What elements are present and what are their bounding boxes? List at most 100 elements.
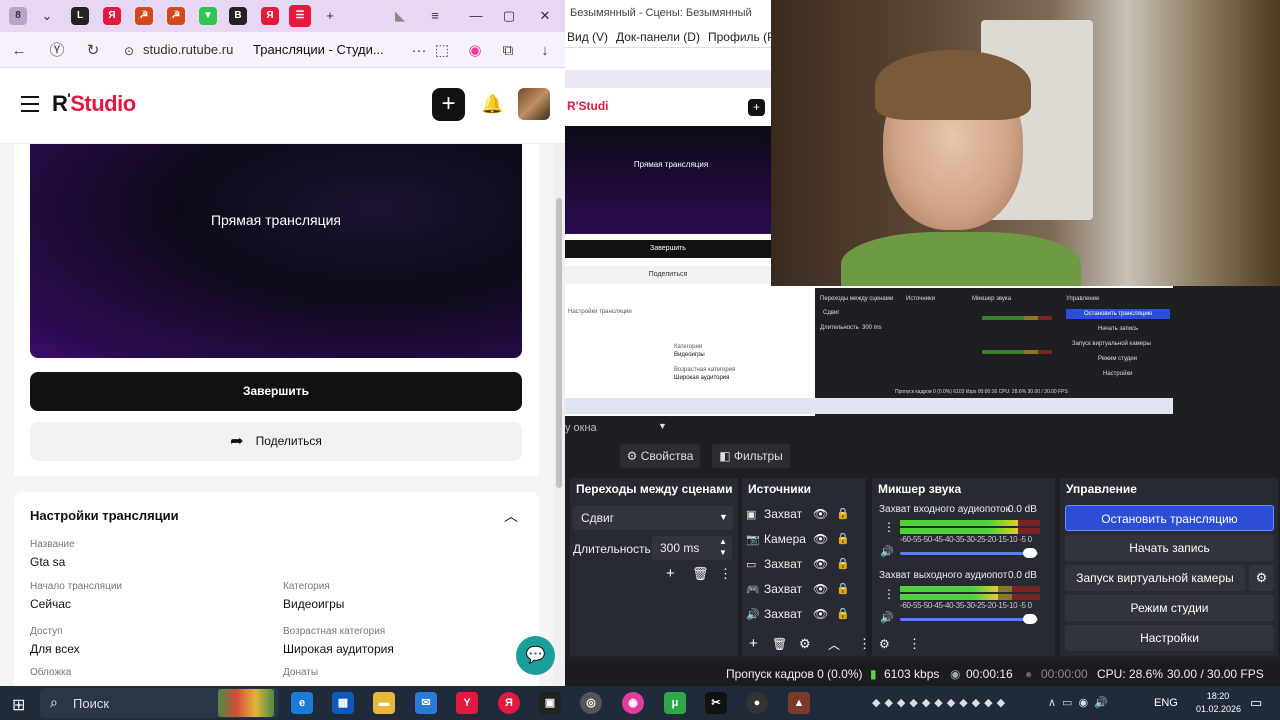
eye-icon[interactable]: 👁 [813, 503, 828, 525]
volume-slider-knob[interactable] [1023, 548, 1037, 558]
trash-icon[interactable]: 🗑 [692, 566, 709, 582]
capcut-icon[interactable]: ✂ [705, 692, 727, 714]
notifications-icon[interactable]: ▭ [1250, 695, 1262, 711]
bookmark-icon[interactable]: ⬚ [431, 40, 453, 62]
speaker-icon[interactable]: 🔊 [880, 545, 894, 558]
lock-icon[interactable]: 🔒 [836, 553, 850, 575]
settings-button[interactable]: Настройки [1065, 625, 1274, 651]
epic-games-icon[interactable]: ▣ [539, 692, 561, 714]
tab-favicon-2[interactable]: Я [103, 7, 121, 25]
eye-icon[interactable]: 👁 [813, 553, 828, 575]
alice-icon[interactable]: ◉ [464, 40, 486, 62]
avatar[interactable] [518, 88, 550, 120]
hamburger-menu-icon[interactable] [21, 96, 39, 112]
duration-stepper-icon[interactable]: ▲ ▼ [719, 536, 727, 558]
tab-favicon-6[interactable]: B [229, 7, 247, 25]
tray-icons[interactable]: ◆◆◆◆◆◆◆◆◆◆◆ [872, 696, 1009, 709]
transition-select[interactable]: Сдвиг [573, 506, 733, 530]
share-button[interactable]: ➦ Поделиться [30, 422, 522, 461]
yandex-icon[interactable]: Ⓨ [46, 40, 68, 62]
add-content-button[interactable]: + [432, 88, 465, 121]
tabs-dropdown-icon[interactable]: ⌄ [35, 6, 59, 26]
tab-favicon-1[interactable]: L [71, 7, 89, 25]
lock-icon[interactable]: 🔒 [836, 578, 850, 600]
add-transition-icon[interactable]: + [666, 565, 675, 582]
rutube-studio-logo[interactable]: R'Studio [52, 90, 136, 117]
obs-icon[interactable]: ● [746, 692, 768, 714]
more-vertical-icon[interactable]: ⋮ [883, 520, 895, 534]
tray-system-icons[interactable]: ∧▭◉🔊 [1048, 696, 1114, 709]
scrollbar-thumb[interactable] [556, 198, 562, 488]
source-item[interactable]: 🎮 Захват 👁 🔒 [746, 578, 856, 600]
pin-icon[interactable]: ◣ [388, 6, 412, 26]
utorrent-icon[interactable]: μ [664, 692, 686, 714]
more-vertical-icon[interactable]: ⋮ [908, 636, 921, 652]
move-up-icon[interactable]: ︿ [828, 636, 840, 653]
menu-view[interactable]: Вид (V) [567, 30, 608, 44]
properties-button[interactable]: ⚙ Свойства [620, 444, 700, 468]
minimize-icon[interactable]: — [464, 6, 488, 26]
url-page-title[interactable]: Трансляции - Студи... [253, 42, 384, 57]
clock[interactable]: 18:20 01.02.2026 [1196, 690, 1241, 716]
app-icon[interactable]: ◎ [580, 692, 602, 714]
yandex-icon[interactable]: Я [498, 692, 520, 714]
finish-stream-button[interactable]: Завершить [30, 372, 522, 411]
eye-icon[interactable]: 👁 [813, 578, 828, 600]
tab-favicon-3[interactable]: ☭ [135, 7, 153, 25]
menu-docks[interactable]: Док-панели (D) [616, 30, 700, 44]
add-source-icon[interactable]: + [749, 635, 758, 652]
more-icon[interactable]: ··· [408, 40, 430, 62]
outlook-icon[interactable]: ✉ [415, 692, 437, 714]
stream-preview[interactable] [30, 144, 522, 358]
dropdown-caret-icon[interactable]: ▼ [658, 421, 667, 431]
maximize-icon[interactable]: ▢ [497, 6, 521, 26]
yandex-browser-icon[interactable]: Y [456, 692, 478, 714]
menu-profile[interactable]: Профиль (P) [708, 30, 779, 44]
reload-icon[interactable]: ↻ [82, 40, 104, 62]
lock-icon[interactable]: 🔒 [836, 528, 850, 550]
chevron-up-icon[interactable]: ︿ [504, 506, 518, 526]
start-recording-button[interactable]: Начать запись [1065, 535, 1274, 561]
trash-icon[interactable]: 🗑 [772, 637, 787, 651]
filters-button[interactable]: ◧ Фильтры [712, 444, 790, 468]
mixer-settings-icon[interactable]: ⚙ [879, 637, 890, 651]
volume-slider-knob[interactable] [1023, 614, 1037, 624]
download-icon[interactable]: ↓ [534, 40, 556, 62]
gear-icon[interactable]: ⚙ [799, 636, 811, 652]
explorer-icon[interactable]: ▬ [373, 692, 395, 714]
more-vertical-icon[interactable]: ⋮ [883, 587, 895, 601]
app-color-icon[interactable]: ◉ [622, 692, 644, 714]
support-chat-icon[interactable]: 💬 [516, 636, 555, 675]
tab-counter[interactable]: 8 [9, 7, 27, 25]
stop-stream-button[interactable]: Остановить трансляцию [1065, 505, 1274, 531]
lock-icon[interactable]: 🔒 [836, 603, 850, 625]
eye-icon[interactable]: 👁 [813, 603, 828, 625]
extensions-icon[interactable]: ⧉ [497, 40, 519, 62]
back-icon[interactable]: ← [8, 40, 30, 62]
store-icon[interactable]: ▦ [332, 692, 354, 714]
source-item[interactable]: 🔊 Захват 👁 🔒 [746, 603, 856, 625]
tab-active-rutube[interactable]: ☰ [289, 5, 311, 27]
volume-slider[interactable] [900, 552, 1038, 555]
source-item[interactable]: 📷 Камера 👁 🔒 [746, 528, 856, 550]
volume-slider[interactable] [900, 618, 1038, 621]
language-indicator[interactable]: ENG [1154, 697, 1178, 709]
virtual-camera-button[interactable]: Запуск виртуальной камеры [1065, 565, 1245, 591]
chevron-down-icon[interactable]: ▼ [719, 512, 728, 522]
more-vertical-icon[interactable]: ⋮ [858, 636, 871, 652]
new-tab-icon[interactable]: + [318, 6, 342, 26]
speaker-icon[interactable]: 🔊 [880, 611, 894, 624]
tab-favicon-7[interactable]: Я [261, 7, 279, 25]
edge-icon[interactable]: e [291, 692, 313, 714]
tab-favicon-4[interactable]: ☭ [167, 7, 185, 25]
lock-icon[interactable]: 🔒 [836, 503, 850, 525]
windows-start-icon[interactable]: ⊞ [12, 695, 25, 715]
source-item[interactable]: ▭ Захват 👁 🔒 [746, 553, 856, 575]
eye-icon[interactable]: 👁 [813, 528, 828, 550]
bell-icon[interactable]: 🔔 [481, 94, 503, 115]
source-item[interactable]: ▣ Захват 👁 🔒 [746, 503, 856, 525]
tab-favicon-5[interactable]: ▼ [199, 7, 217, 25]
gear-icon[interactable]: ⚙ [1249, 565, 1274, 591]
close-icon[interactable]: ✕ [533, 6, 557, 26]
search-highlight-image[interactable] [218, 689, 274, 717]
